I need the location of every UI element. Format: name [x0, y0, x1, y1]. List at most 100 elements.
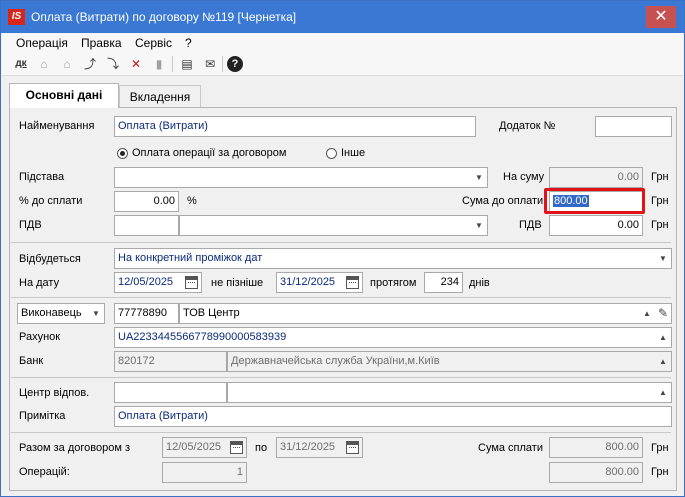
calendar-icon[interactable]	[346, 276, 359, 289]
executor-code-input[interactable]: 77778890	[114, 303, 179, 324]
pencil-icon[interactable]: ✎	[657, 304, 669, 323]
percent-input[interactable]: 0.00	[114, 191, 179, 212]
divider	[11, 242, 671, 243]
operations-count-input: 1	[162, 462, 247, 483]
import-icon[interactable]: ⤴	[81, 55, 99, 73]
calendar-icon[interactable]	[185, 276, 198, 289]
amount-input: 0.00	[549, 167, 643, 188]
delete-icon[interactable]: ✕	[127, 55, 145, 73]
basis-select[interactable]: ▼	[114, 167, 488, 188]
currency-label: Грн	[651, 171, 669, 183]
export-icon[interactable]: ⤵	[104, 55, 122, 73]
center-name-input[interactable]: ▲	[227, 382, 672, 403]
name-label: Найменування	[19, 120, 95, 132]
date-label: На дату	[19, 277, 60, 289]
percent-unit: %	[187, 195, 197, 207]
center-code-input[interactable]	[114, 382, 227, 403]
vat-select[interactable]: ▼	[179, 215, 488, 236]
bank-down-icon[interactable]: ⌂	[58, 55, 76, 73]
stamp-icon[interactable]: ▮	[150, 55, 168, 73]
chevron-up-icon[interactable]: ▲	[657, 383, 669, 402]
radio-other-label[interactable]: Інше	[341, 147, 365, 159]
basis-label: Підстава	[19, 171, 65, 183]
chevron-up-icon[interactable]: ▲	[641, 304, 653, 323]
happens-select[interactable]: На конкретний проміжок дат ▼	[114, 248, 672, 269]
total-from-input: 12/05/2025	[162, 437, 247, 458]
date-input[interactable]: 12/05/2025	[114, 272, 202, 293]
account-select[interactable]: UA223344556677899000058393​9 ▲	[114, 327, 672, 348]
divider	[11, 432, 671, 433]
during-label: протягом	[370, 277, 417, 289]
center-label: Центр відпов.	[19, 387, 90, 399]
chevron-down-icon[interactable]: ▼	[473, 168, 485, 187]
happens-label: Відбудеться	[19, 253, 81, 265]
days-label: днів	[469, 277, 490, 289]
tab-main-data[interactable]: Основні дані	[9, 83, 119, 108]
account-label: Рахунок	[19, 331, 61, 343]
operations-label: Операцій:	[19, 466, 70, 478]
toolbar-separator	[222, 56, 223, 72]
executor-type-select[interactable]: Виконавець ▼	[17, 303, 105, 324]
highlight-annotation	[544, 188, 645, 214]
title-bar[interactable]: IS Оплата (Витрати) по договору №119 [Че…	[1, 1, 684, 33]
sum-paid-label: Сума сплати	[478, 442, 543, 454]
executor-name-input[interactable]: ТОВ Центр ▲ ✎	[179, 303, 672, 324]
divider	[11, 297, 671, 298]
note-label: Примітка	[19, 410, 66, 422]
vat-amount-input[interactable]: 0.00	[549, 215, 643, 236]
bank-up-icon[interactable]: ⌂	[35, 55, 53, 73]
chevron-down-icon[interactable]: ▼	[473, 216, 485, 235]
app-logo-icon: IS	[8, 9, 25, 25]
radio-contract-payment[interactable]	[117, 148, 128, 159]
currency-label: Грн	[651, 442, 669, 454]
menu-service[interactable]: Сервіс	[135, 36, 172, 50]
total-to-input: 31/12/2025	[276, 437, 363, 458]
chevron-down-icon[interactable]: ▼	[90, 304, 102, 323]
operations-amount-input: 800.00	[549, 462, 643, 483]
appendix-input[interactable]	[595, 116, 672, 137]
menu-help[interactable]: ?	[185, 36, 192, 50]
currency-label: Грн	[651, 219, 669, 231]
vat-amount-label: ПДВ	[519, 219, 542, 231]
currency-label: Грн	[651, 195, 669, 207]
help-icon[interactable]: ?	[227, 56, 243, 72]
not-later-input[interactable]: 31/12/2025	[276, 272, 363, 293]
document-window: IS Оплата (Витрати) по договору №119 [Че…	[0, 0, 685, 497]
chevron-up-icon: ▲	[659, 357, 667, 366]
amount-label: На суму	[503, 171, 545, 183]
tab-attachments[interactable]: Вкладення	[119, 85, 201, 107]
document-icon[interactable]: ▤	[178, 55, 196, 73]
menu-operation[interactable]: Операція	[16, 36, 68, 50]
note-input[interactable]: Оплата (Витрати)	[114, 406, 672, 427]
chevron-up-icon[interactable]: ▲	[657, 328, 669, 347]
menu-bar: Операція Правка Сервіс ?	[2, 33, 683, 52]
calendar-icon	[230, 441, 243, 454]
toolbar-separator	[172, 56, 173, 72]
dk-icon[interactable]: дк	[12, 55, 30, 73]
vat-label: ПДВ	[19, 219, 42, 231]
bank-name-input: Державначейська служба України,м.Київ ▲	[227, 351, 672, 372]
name-input[interactable]: Оплата (Витрати)	[114, 116, 476, 137]
bank-label: Банк	[19, 355, 44, 367]
main-panel	[9, 107, 677, 491]
close-button[interactable]: ✕	[646, 6, 676, 28]
pay-amount-label: Сума до оплати	[462, 195, 544, 207]
chevron-down-icon[interactable]: ▼	[657, 249, 669, 268]
toolbar: дк ⌂ ⌂ ⤴ ⤵ ✕ ▮ ▤ ✉ ?	[2, 52, 683, 76]
radio-contract-label[interactable]: Оплата операції за договором	[132, 147, 286, 159]
currency-label: Грн	[651, 466, 669, 478]
radio-other[interactable]	[326, 148, 337, 159]
appendix-label: Додаток №	[499, 120, 556, 132]
calendar-icon	[346, 441, 359, 454]
window-title: Оплата (Витрати) по договору №119 [Черне…	[31, 10, 297, 24]
mail-icon[interactable]: ✉	[201, 55, 219, 73]
total-to-label: по	[255, 442, 268, 454]
total-label: Разом за договором з	[19, 442, 130, 454]
vat-rate-input[interactable]	[114, 215, 179, 236]
during-days-input[interactable]: 234	[424, 272, 463, 293]
bank-code-input: 820172	[114, 351, 227, 372]
menu-edit[interactable]: Правка	[81, 36, 122, 50]
sum-paid-input: 800.00	[549, 437, 643, 458]
percent-label: % до сплати	[19, 195, 83, 207]
not-later-label: не пізніше	[211, 277, 264, 289]
